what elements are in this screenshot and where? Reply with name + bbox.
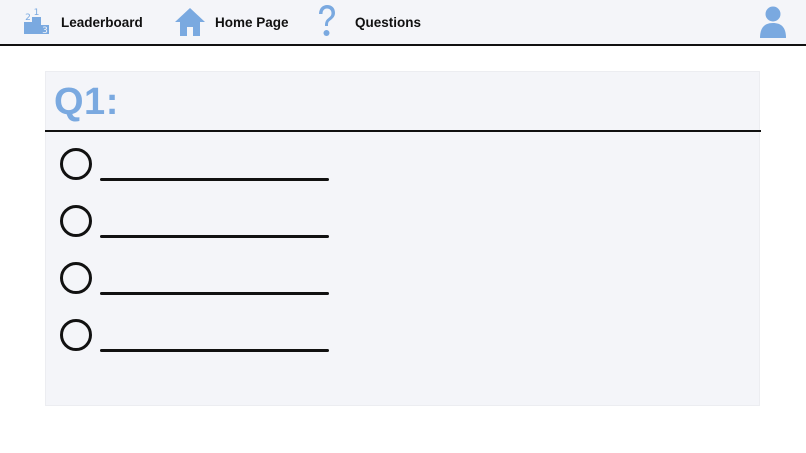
podium-digit-first: 1: [34, 8, 40, 18]
podium-digit-third: 3: [42, 26, 48, 36]
title-divider: [45, 130, 761, 132]
answer-option-4[interactable]: [60, 319, 340, 376]
user-icon: [760, 6, 786, 38]
nav-questions-label: Questions: [355, 14, 422, 30]
nav-leaderboard[interactable]: 2 1 3 Leaderboard: [22, 0, 143, 44]
nav-home-page[interactable]: Home Page: [174, 0, 289, 44]
answer-option-2[interactable]: [60, 205, 340, 262]
answer-blank-line: [100, 349, 329, 352]
top-navigation-bar: 2 1 3 Leaderboard Home Page Questions: [0, 0, 806, 46]
nav-leaderboard-label: Leaderboard: [61, 14, 143, 30]
podium-icon: 2 1 3: [24, 8, 49, 36]
answer-blank-line: [100, 235, 329, 238]
answer-option-1[interactable]: [60, 148, 340, 205]
answer-options: [60, 148, 340, 376]
question-title: Q1:: [54, 81, 119, 123]
radio-button[interactable]: [60, 205, 92, 237]
radio-button[interactable]: [60, 319, 92, 351]
nav-home-page-label: Home Page: [215, 14, 289, 30]
answer-blank-line: [100, 292, 329, 295]
home-icon: [175, 8, 205, 36]
radio-button[interactable]: [60, 148, 92, 180]
answer-blank-line: [100, 178, 329, 181]
question-mark-icon: [319, 5, 335, 36]
radio-button[interactable]: [60, 262, 92, 294]
nav-questions[interactable]: Questions: [316, 0, 421, 44]
question-card: Q1:: [45, 71, 761, 406]
podium-digit-second: 2: [25, 13, 31, 23]
user-avatar-button[interactable]: [759, 5, 787, 39]
answer-option-3[interactable]: [60, 262, 340, 319]
